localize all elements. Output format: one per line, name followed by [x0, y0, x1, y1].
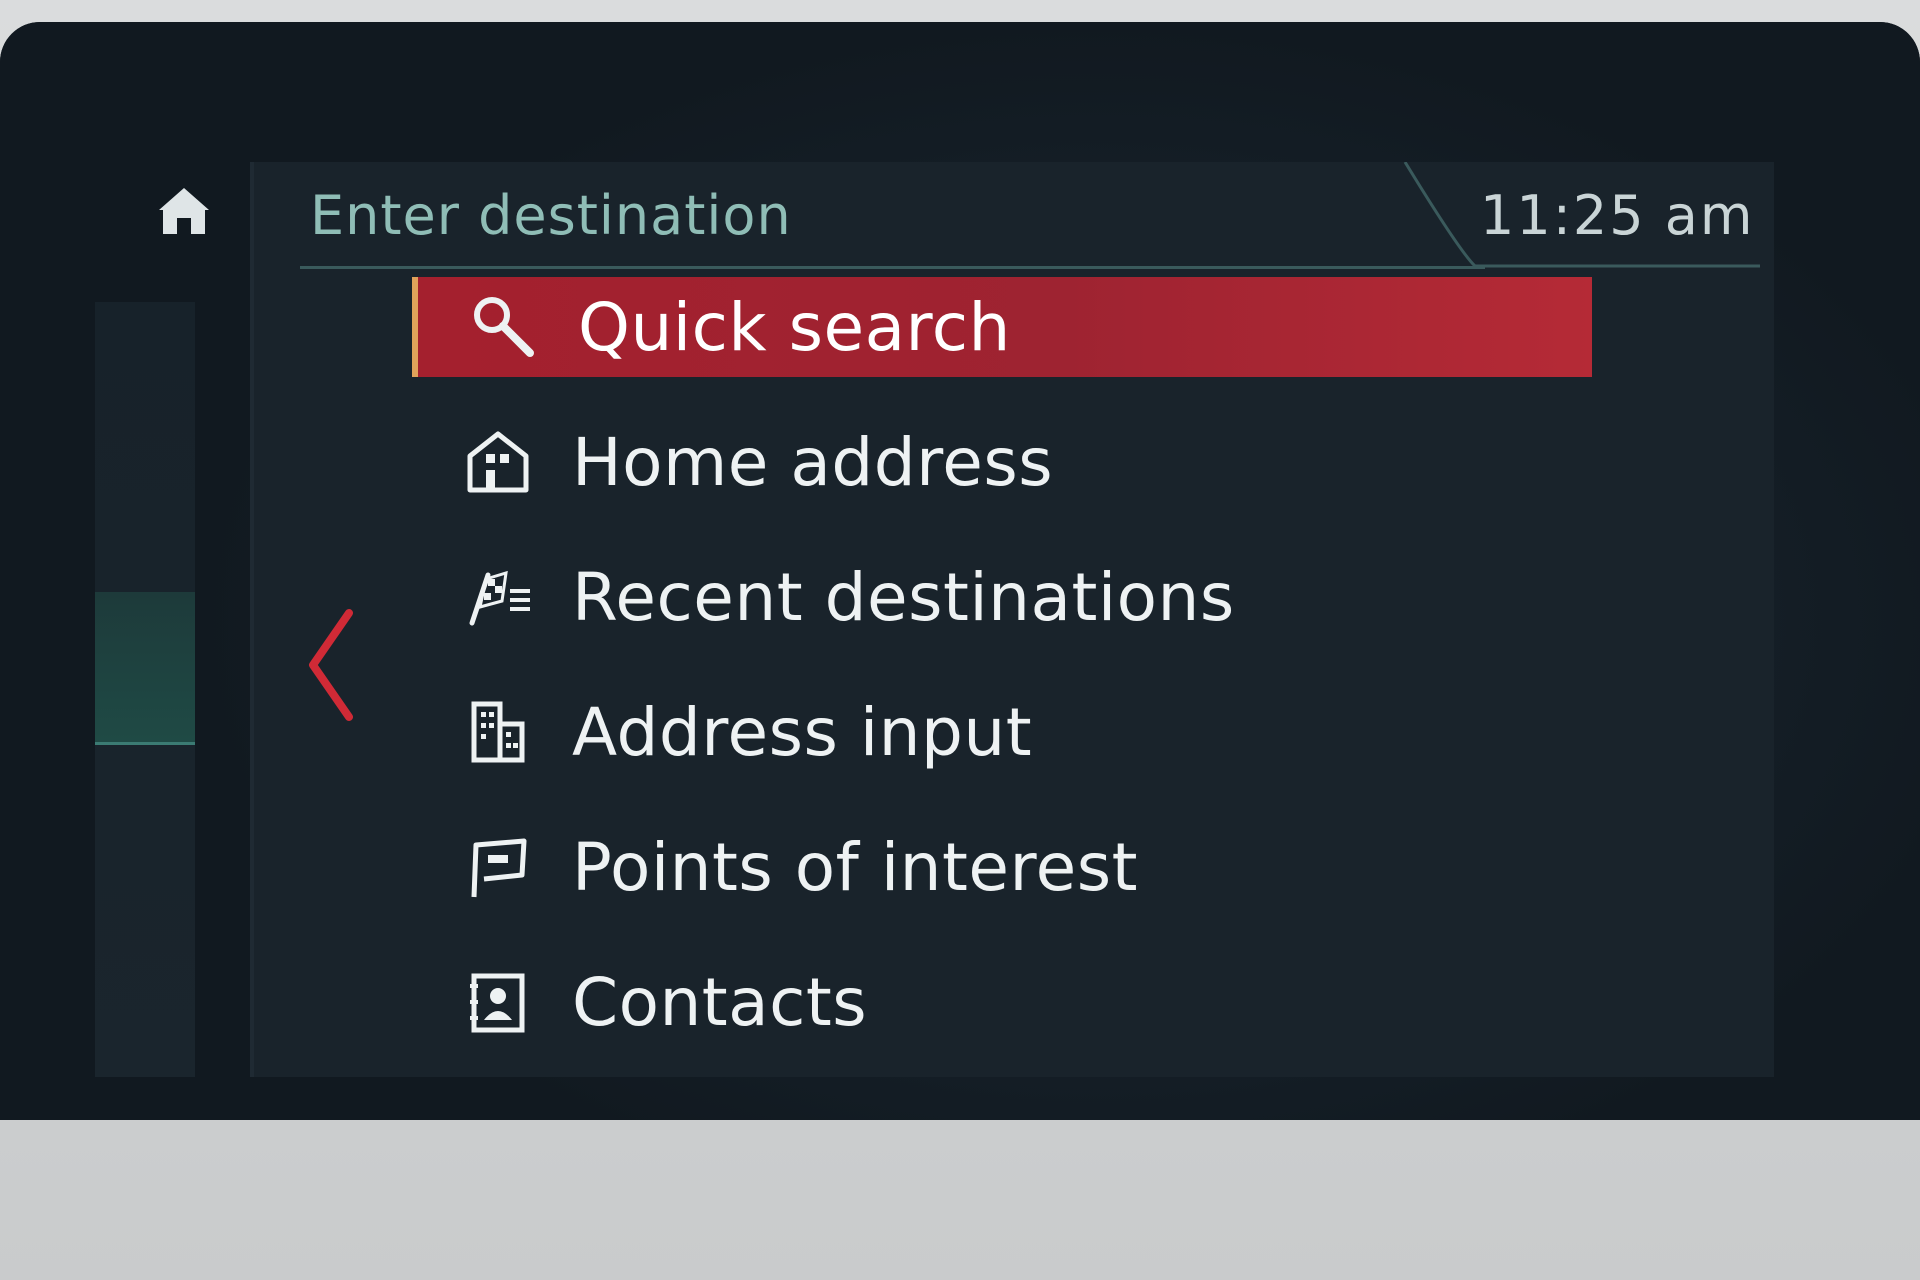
- menu-item-address-input[interactable]: Address input: [412, 682, 1592, 782]
- poi-flag-icon: [471, 838, 527, 898]
- menu-item-label: Contacts: [572, 963, 868, 1041]
- menu-item-label: Address input: [572, 693, 1033, 771]
- side-scroll-rail[interactable]: [95, 302, 195, 1077]
- search-icon: [474, 297, 534, 357]
- menu-item-contacts[interactable]: Contacts: [412, 952, 1592, 1052]
- building-icon: [471, 701, 525, 763]
- menu-item-home-address[interactable]: Home address: [412, 412, 1592, 512]
- header-divider: [300, 266, 1485, 269]
- chevron-left-icon[interactable]: [305, 607, 355, 722]
- house-icon: [467, 431, 529, 493]
- page-title: Enter destination: [310, 184, 792, 247]
- home-icon[interactable]: [155, 182, 213, 240]
- clock: 11:25 am: [1480, 184, 1755, 247]
- menu-item-quick-search[interactable]: Quick search: [412, 277, 1592, 377]
- menu-item-label: Home address: [572, 423, 1054, 501]
- checkered-flag-list-icon: [469, 570, 530, 626]
- display-screen: Enter destination 11:25 am Quick search: [0, 22, 1920, 1120]
- menu-item-recent-destinations[interactable]: Recent destinations: [412, 547, 1592, 647]
- menu-item-label: Points of interest: [572, 828, 1139, 906]
- menu-item-points-of-interest[interactable]: Points of interest: [412, 817, 1592, 917]
- menu-item-label: Quick search: [578, 288, 1011, 366]
- contact-card-icon: [470, 973, 525, 1033]
- destination-menu: Quick search Home address Recent destina…: [412, 277, 1592, 1087]
- side-scroll-indicator[interactable]: [95, 592, 195, 745]
- menu-item-label: Recent destinations: [572, 558, 1235, 636]
- display-frame: Enter destination 11:25 am Quick search: [0, 22, 1920, 1120]
